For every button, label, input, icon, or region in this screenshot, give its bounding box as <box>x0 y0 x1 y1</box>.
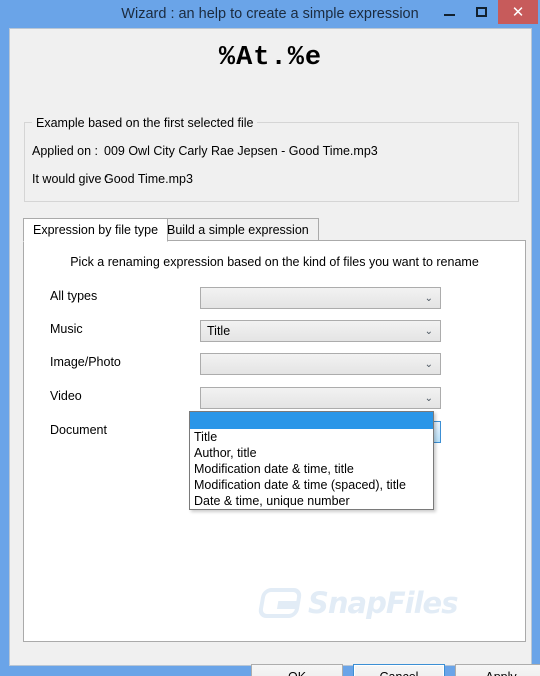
dialog-client-area: %At.%e Example based on the first select… <box>9 28 540 676</box>
dropdown-item[interactable] <box>190 412 433 429</box>
apply-button[interactable]: Apply <box>455 664 540 676</box>
label-music: Music <box>50 322 83 336</box>
dropdown-item[interactable]: Title <box>190 429 433 445</box>
dropdown-item[interactable]: Modification date & time (spaced), title <box>190 477 433 493</box>
title-bar[interactable]: Wizard : an help to create a simple expr… <box>0 0 540 28</box>
apply-button-label: Apply <box>485 670 516 676</box>
maximize-icon <box>475 7 487 17</box>
document-dropdown-list[interactable]: Title Author, title Modification date & ti… <box>189 411 434 510</box>
combo-music-value: Title <box>207 324 231 338</box>
label-document: Document <box>50 423 107 437</box>
chevron-down-icon: ⌄ <box>424 292 433 304</box>
dropdown-item[interactable]: Date & time, unique number <box>190 493 433 509</box>
close-button[interactable]: ✕ <box>498 0 538 24</box>
tab-expression-by-file-type[interactable]: Expression by file type <box>23 218 169 242</box>
ok-button[interactable]: OK <box>251 664 343 676</box>
label-all-types: All types <box>50 289 98 303</box>
applied-on-label: Applied on : <box>32 144 99 158</box>
combo-video[interactable]: ⌄ <box>200 387 441 409</box>
ok-button-label: OK <box>288 670 306 676</box>
chevron-down-icon: ⌄ <box>424 358 433 370</box>
minimize-button[interactable] <box>434 0 464 24</box>
result-value: Good Time.mp3 <box>104 172 193 186</box>
form-row-image-photo: Image/Photo ⌄ <box>24 353 525 375</box>
cancel-button[interactable]: Cancel <box>353 664 445 676</box>
chevron-down-icon: ⌄ <box>424 325 433 337</box>
example-groupbox-legend: Example based on the first selected file <box>32 116 258 130</box>
minimize-icon <box>443 14 455 16</box>
combo-music[interactable]: Title ⌄ <box>200 320 441 342</box>
label-video: Video <box>50 389 82 403</box>
example-groupbox <box>24 122 519 202</box>
close-icon: ✕ <box>511 2 525 21</box>
cancel-button-label: Cancel <box>380 670 419 676</box>
expression-header: %At.%e <box>10 29 531 87</box>
form-row-music: Music Title ⌄ <box>24 320 525 342</box>
tab-label: Build a simple expression <box>167 222 309 237</box>
applied-on-value: 009 Owl City Carly Rae Jepsen - Good Tim… <box>104 144 378 158</box>
result-label: It would give : <box>32 172 109 186</box>
form-row-video: Video ⌄ <box>24 387 525 409</box>
instruction-text: Pick a renaming expression based on the … <box>70 255 479 269</box>
tab-build-a-simple-expression[interactable]: Build a simple expression <box>157 218 319 241</box>
expression-value: %At.%e <box>218 43 323 73</box>
dropdown-item[interactable]: Modification date & time, title <box>190 461 433 477</box>
tab-label: Expression by file type <box>33 223 159 237</box>
combo-all-types[interactable]: ⌄ <box>200 287 441 309</box>
chevron-down-icon: ⌄ <box>424 392 433 404</box>
maximize-button[interactable] <box>466 0 496 24</box>
combo-image-photo[interactable]: ⌄ <box>200 353 441 375</box>
dropdown-item[interactable]: Author, title <box>190 445 433 461</box>
form-row-all-types: All types ⌄ <box>24 287 525 309</box>
label-image-photo: Image/Photo <box>50 355 121 369</box>
wizard-window: Wizard : an help to create a simple expr… <box>0 0 540 676</box>
